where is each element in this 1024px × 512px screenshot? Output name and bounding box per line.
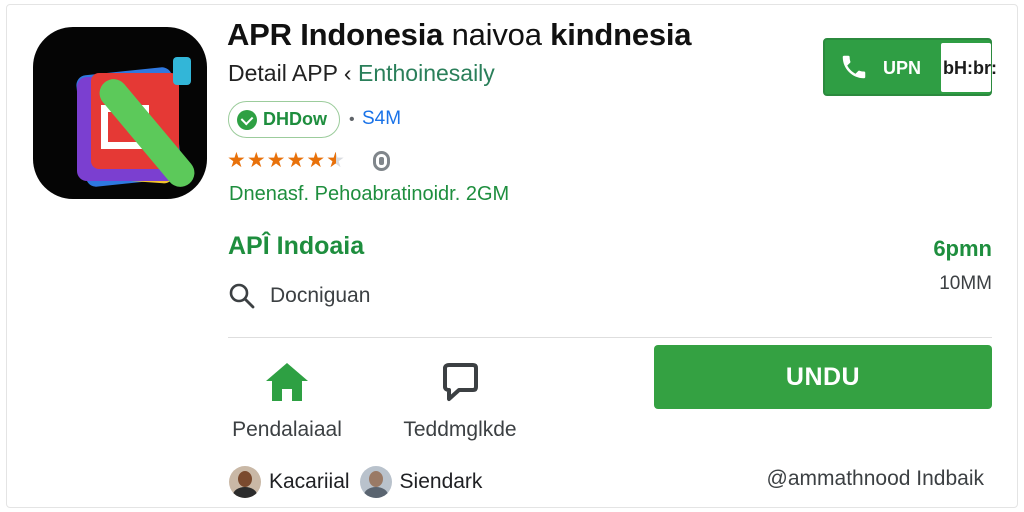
open-button-label: UPN	[883, 58, 922, 78]
developer-handle[interactable]: @ammathnood Indbaik	[767, 467, 984, 491]
subtitle-text: Detail APP	[228, 60, 338, 86]
subtitle-separator: ‹	[343, 60, 352, 86]
info-icon[interactable]	[373, 151, 390, 171]
avatar[interactable]	[359, 466, 392, 498]
search-label: Docniguan	[270, 284, 371, 307]
verified-badge[interactable]: DHDow	[228, 101, 340, 138]
open-button-tail: bH:br:	[943, 58, 997, 78]
star-icon: ★	[286, 149, 306, 172]
subtitle-accent: Enthoinesaily	[357, 60, 495, 86]
star-icon: ★	[266, 149, 286, 172]
people-row: Kacariial Siendark	[229, 466, 492, 498]
section-title: APÎ Indoaia	[228, 232, 365, 260]
app-icon[interactable]	[33, 27, 207, 199]
divider	[228, 337, 992, 338]
developer-name[interactable]: Dnenasf. Pehoabratinoidr. 2GM	[229, 183, 509, 206]
app-subtitle: Detail APP ‹ Enthoinesaily	[228, 60, 495, 87]
nav-home-label: Pendalaiaal	[232, 418, 342, 441]
badge-label: DHDow	[263, 109, 327, 129]
rating-stars: ★ ★ ★ ★ ★ ★	[227, 149, 345, 173]
search-row[interactable]: Docniguan	[228, 282, 370, 310]
open-button[interactable]: UPN bH:br:	[823, 38, 997, 96]
nav-messages-label: Teddmglkde	[403, 418, 517, 441]
search-icon	[229, 283, 255, 309]
app-icon-side-tab	[173, 57, 191, 85]
star-half-icon: ★	[326, 149, 345, 173]
star-icon: ★	[306, 149, 326, 172]
nav-messages[interactable]: Teddmglkde	[395, 360, 525, 442]
section-right-value: 6pmn	[933, 236, 992, 261]
install-button[interactable]: UNDU	[654, 345, 992, 409]
shield-check-icon	[237, 109, 257, 130]
app-title-end: kindnesia	[550, 17, 692, 52]
phone-icon	[842, 55, 866, 79]
person-name[interactable]: Kacariial	[269, 470, 350, 494]
app-size: 10MM	[939, 273, 992, 294]
badge-meta[interactable]: S4M	[362, 108, 401, 130]
nav-home[interactable]: Pendalaiaal	[225, 360, 349, 442]
app-title-light: naivoa	[451, 17, 542, 52]
star-icon: ★	[227, 149, 246, 172]
meta-separator-dot: •	[349, 111, 355, 128]
star-icon: ★	[246, 149, 266, 172]
app-title-bold: APR Indonesia	[227, 17, 444, 52]
app-title: APR Indonesia naivoa kindnesia	[227, 17, 692, 53]
home-icon	[266, 363, 308, 401]
message-icon	[443, 363, 478, 401]
avatar[interactable]	[229, 466, 261, 498]
person-name[interactable]: Siendark	[400, 470, 483, 494]
